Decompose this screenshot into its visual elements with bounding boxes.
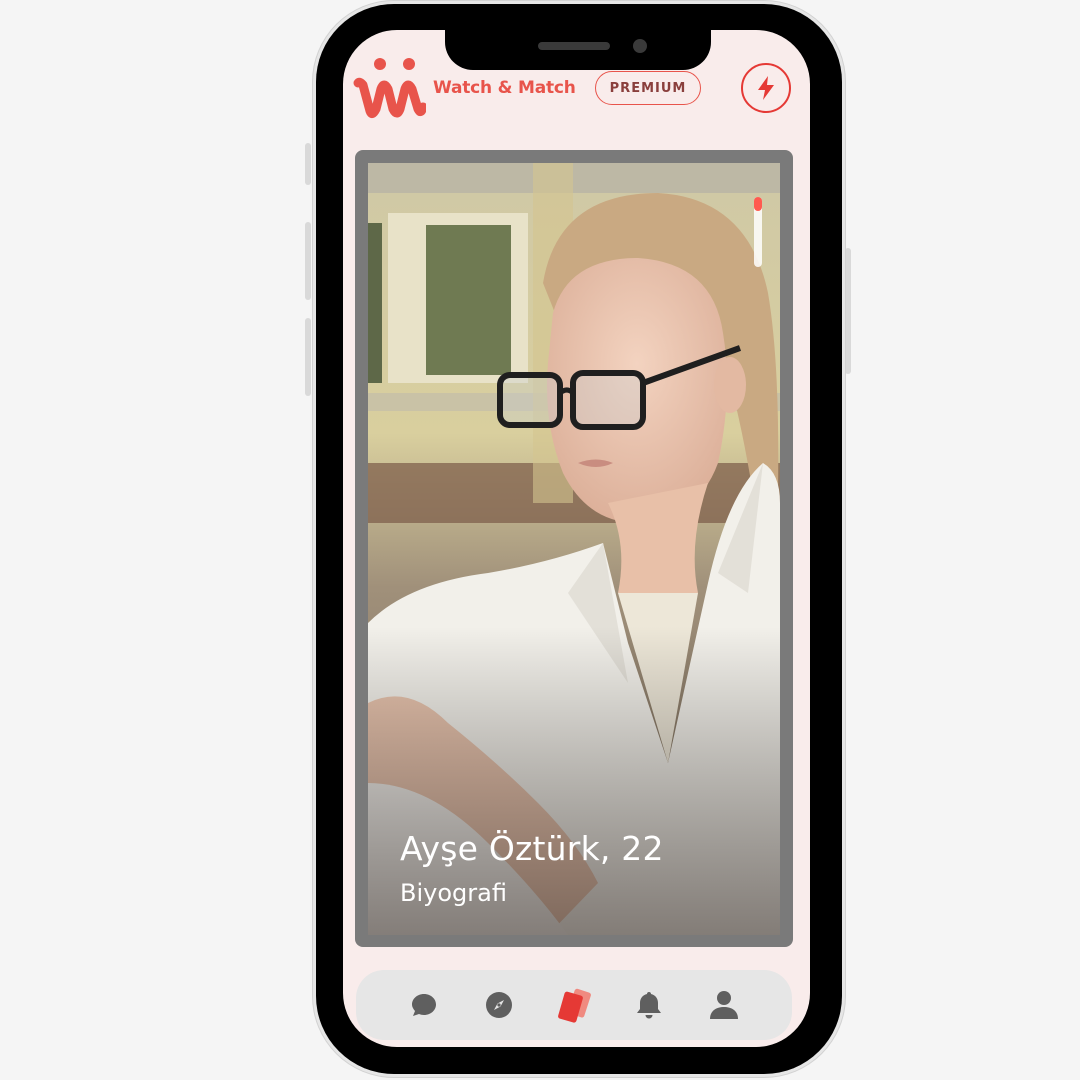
watch-and-match-logo-icon [353, 58, 426, 119]
bottom-navigation [356, 970, 792, 1040]
nav-explore[interactable] [477, 983, 521, 1027]
profile-card[interactable]: Ayşe Öztürk, 22 Biyografi [355, 150, 793, 947]
compass-icon [485, 992, 512, 1018]
nav-cards[interactable] [552, 983, 596, 1027]
nav-profile[interactable] [702, 983, 746, 1027]
profile-photo-illustration [368, 163, 780, 935]
brand-name: Watch & Match [433, 78, 576, 98]
photo-progress-fill [754, 197, 762, 211]
power-button [845, 248, 851, 374]
cards-icon [558, 988, 591, 1023]
premium-button[interactable]: PREMIUM [595, 71, 701, 105]
boost-button[interactable] [741, 63, 791, 113]
stage: Watch & Match PREMIUM Ayşe Öztürk, 22 Bi… [0, 0, 1080, 1080]
nav-chat[interactable] [402, 983, 446, 1027]
profile-name-age: Ayşe Öztürk, 22 [400, 829, 664, 868]
speaker-grille [538, 42, 610, 50]
chat-bubble-icon [411, 994, 436, 1016]
profile-icon [710, 991, 739, 1019]
bell-icon [637, 992, 662, 1019]
volume-up-button [305, 222, 311, 300]
front-camera [633, 39, 647, 53]
mute-switch [305, 143, 311, 185]
volume-down-button [305, 318, 311, 396]
photo-progress-indicator [754, 197, 762, 267]
profile-bio: Biyografi [400, 879, 507, 907]
nav-notifications[interactable] [627, 983, 671, 1027]
profile-photo: Ayşe Öztürk, 22 Biyografi [368, 163, 780, 935]
lightning-bolt-icon [758, 76, 774, 100]
